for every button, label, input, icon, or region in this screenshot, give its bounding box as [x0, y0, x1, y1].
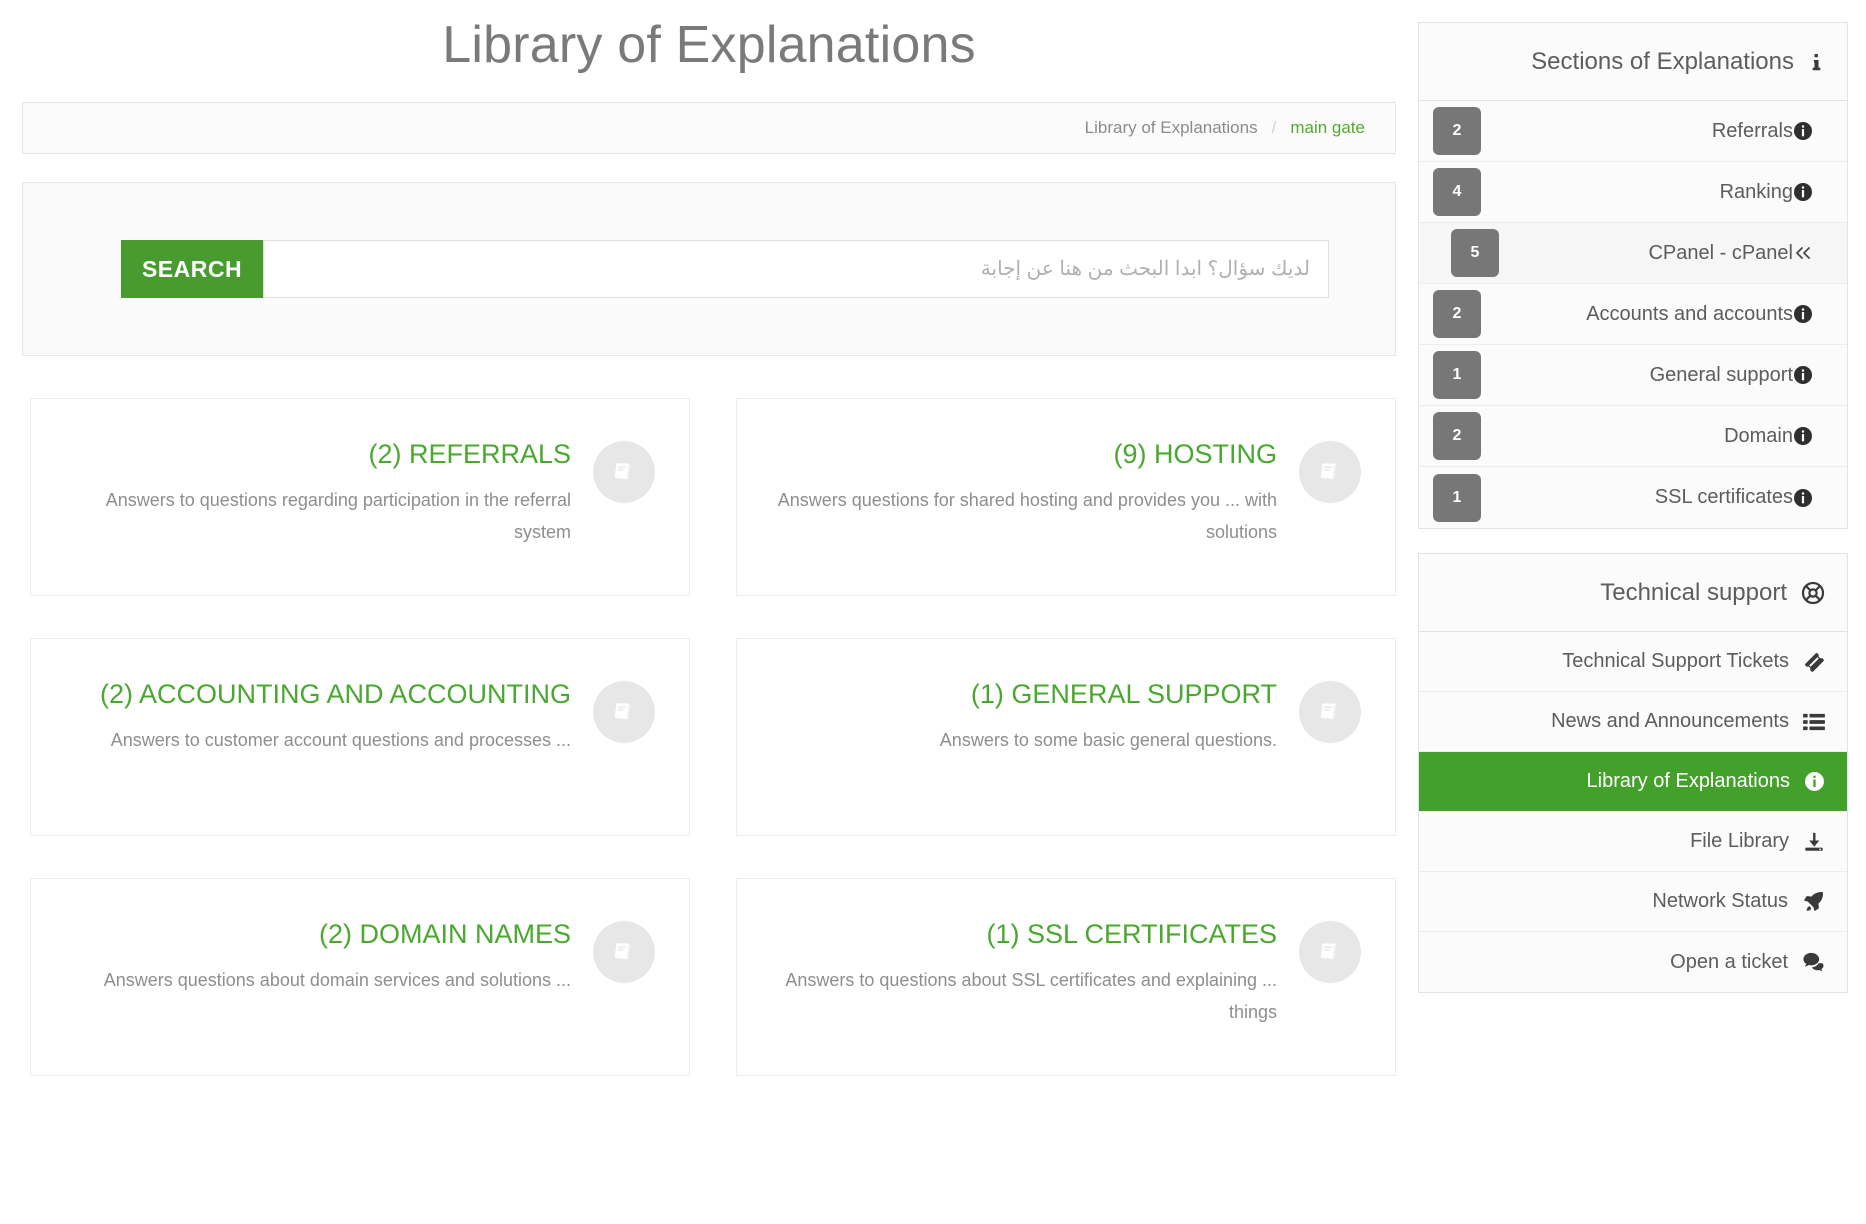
menu-item-open-a-ticket[interactable]: Open a ticket	[1419, 932, 1847, 992]
book-icon	[593, 441, 655, 504]
book-icon	[1299, 921, 1361, 984]
technical-support-title: Technical support	[1600, 578, 1787, 606]
menu-item-network-status[interactable]: Network Status	[1419, 872, 1847, 932]
sidebar-item-cpanel[interactable]: CPanel - cPanel 5	[1419, 223, 1847, 284]
breadcrumb-separator: /	[1271, 118, 1277, 138]
category-card-description: Answers to questions about SSL certifica…	[785, 970, 1277, 1023]
sidebar-item-label: General support	[1649, 363, 1793, 386]
breadcrumb: Library of Explanations / main gate	[22, 102, 1396, 155]
sidebar-item-ssl-certificates[interactable]: SSL certificates 1	[1419, 467, 1847, 528]
info-circle-icon	[1793, 182, 1813, 202]
book-icon	[1299, 441, 1361, 504]
category-card[interactable]: (9) HOSTING Answers questions for shared…	[736, 398, 1396, 597]
category-card-description: Answers to questions regarding participa…	[105, 490, 571, 543]
category-card[interactable]: (1) GENERAL SUPPORT .Answers to some bas…	[736, 638, 1396, 837]
sections-panel: Sections of Explanations Referrals 2 Ran…	[1418, 22, 1848, 529]
menu-item-file-library[interactable]: File Library	[1419, 812, 1847, 872]
article-count-badge: 5	[1451, 229, 1499, 277]
menu-item-label: Open a ticket	[1670, 950, 1788, 973]
breadcrumb-current[interactable]: main gate	[1290, 118, 1365, 138]
download-icon	[1803, 831, 1825, 853]
article-count-badge: 2	[1433, 107, 1481, 155]
book-icon	[593, 681, 655, 744]
sidebar-item-ranking[interactable]: Ranking 4	[1419, 162, 1847, 223]
ticket-icon	[1803, 651, 1825, 673]
main-content: Library of Explanations Library of Expla…	[0, 0, 1418, 1224]
menu-item-technical-support-tickets[interactable]: Technical Support Tickets	[1419, 632, 1847, 692]
category-card-title: (1) GENERAL SUPPORT	[970, 679, 1277, 710]
search-button[interactable]: SEARCH	[121, 240, 263, 299]
sidebar-item-general-support[interactable]: General support 1	[1419, 345, 1847, 406]
info-circle-icon	[1793, 365, 1813, 385]
article-count-badge: 1	[1433, 473, 1481, 522]
category-card-title: (1) SSL CERTIFICATES	[986, 919, 1277, 950]
menu-item-label: News and Announcements	[1551, 710, 1789, 732]
category-card-title: (9) HOSTING	[1113, 439, 1277, 470]
technical-support-header: Technical support	[1419, 554, 1847, 632]
sections-panel-header: Sections of Explanations	[1419, 23, 1847, 101]
category-card-body: (2) DOMAIN NAMES ... Answers questions a…	[65, 919, 571, 996]
article-count-badge: 4	[1433, 168, 1481, 216]
category-card-description: .Answers to some basic general questions	[939, 730, 1277, 751]
info-circle-icon	[1804, 771, 1825, 792]
sidebar-item-label: SSL certificates	[1654, 486, 1793, 508]
sidebar-item-domain[interactable]: Domain 2	[1419, 406, 1847, 467]
rocket-icon	[1802, 890, 1825, 913]
article-count-badge: 2	[1433, 290, 1481, 338]
list-icon	[1803, 712, 1825, 732]
menu-item-library-of-explanations[interactable]: Library of Explanations	[1419, 752, 1847, 812]
sections-panel-title: Sections of Explanations	[1531, 47, 1794, 75]
info-circle-icon	[1793, 121, 1813, 141]
category-card-title: (2) DOMAIN NAMES	[318, 919, 571, 950]
category-card-grid: (9) HOSTING Answers questions for shared…	[22, 398, 1396, 1077]
category-card-body: (2) ACCOUNTING AND ACCOUNTING ... Answer…	[65, 679, 571, 756]
menu-item-label: Network Status	[1652, 890, 1788, 912]
category-card[interactable]: (2) ACCOUNTING AND ACCOUNTING ... Answer…	[30, 638, 690, 837]
knowledgebase-page: Library of Explanations Library of Expla…	[0, 0, 1866, 1224]
sidebar-item-accounts-and-accounts[interactable]: Accounts and accounts 2	[1419, 284, 1847, 345]
sidebar-item-label: Referrals	[1711, 119, 1793, 142]
category-card-description: Answers questions for shared hosting and…	[777, 490, 1277, 543]
category-card-title: (2) ACCOUNTING AND ACCOUNTING	[99, 679, 571, 710]
category-card-body: (1) GENERAL SUPPORT .Answers to some bas…	[771, 679, 1277, 756]
book-icon	[1299, 681, 1361, 744]
category-card[interactable]: (2) DOMAIN NAMES ... Answers questions a…	[30, 878, 690, 1077]
category-card-description: ... Answers to customer account question…	[110, 730, 571, 751]
category-card-body: (9) HOSTING Answers questions for shared…	[771, 439, 1277, 548]
double-chevron-left-icon	[1793, 244, 1813, 262]
menu-item-label: File Library	[1690, 830, 1789, 852]
category-card-body: (1) SSL CERTIFICATES Answers to question…	[771, 919, 1277, 1028]
sidebar-item-label: Ranking	[1719, 180, 1793, 203]
category-card[interactable]: (2) REFERRALS Answers to questions regar…	[30, 398, 690, 597]
category-card-description: ... Answers questions about domain servi…	[103, 970, 571, 991]
search-input[interactable]	[263, 240, 1329, 299]
sidebar-item-label: Accounts and accounts	[1586, 302, 1793, 325]
info-circle-icon	[1793, 488, 1813, 508]
menu-item-label: Library of Explanations	[1586, 770, 1790, 792]
book-icon	[593, 921, 655, 984]
info-circle-icon	[1793, 426, 1813, 446]
category-card-title: (2) REFERRALS	[368, 439, 571, 470]
menu-item-label: Technical Support Tickets	[1562, 650, 1789, 672]
technical-support-panel: Technical support Technical Support Tick…	[1418, 553, 1848, 993]
menu-item-news-and-announcements[interactable]: News and Announcements	[1419, 692, 1847, 752]
sidebar: Sections of Explanations Referrals 2 Ran…	[1418, 0, 1866, 1224]
article-count-badge: 2	[1433, 412, 1481, 460]
lifebuoy-icon	[1801, 581, 1825, 605]
category-card[interactable]: (1) SSL CERTIFICATES Answers to question…	[736, 878, 1396, 1077]
sidebar-item-label: CPanel - cPanel	[1648, 241, 1793, 264]
category-card-body: (2) REFERRALS Answers to questions regar…	[65, 439, 571, 548]
comments-icon	[1802, 951, 1825, 973]
breadcrumb-parent[interactable]: Library of Explanations	[1085, 118, 1258, 138]
info-thin-icon	[1808, 52, 1825, 72]
article-count-badge: 1	[1433, 351, 1481, 399]
page-title: Library of Explanations	[442, 16, 976, 74]
sidebar-item-label: Domain	[1724, 424, 1793, 447]
sidebar-item-referrals[interactable]: Referrals 2	[1419, 101, 1847, 162]
info-circle-icon	[1793, 304, 1813, 324]
search-panel: SEARCH	[22, 182, 1396, 357]
